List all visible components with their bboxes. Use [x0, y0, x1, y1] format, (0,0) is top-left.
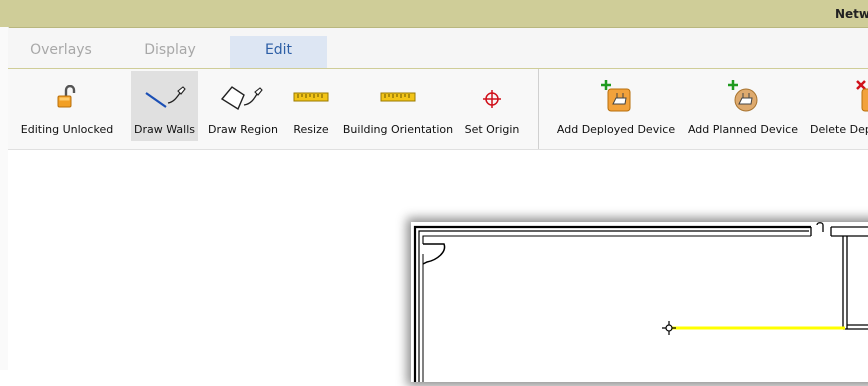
- building-orientation-button[interactable]: Building Orientation: [343, 71, 453, 141]
- editing-unlocked-button[interactable]: Editing Unlocked: [21, 71, 113, 141]
- tab-display[interactable]: Display: [138, 36, 202, 68]
- tab-overlays[interactable]: Overlays: [28, 36, 94, 68]
- unlocked-padlock-icon: [56, 84, 78, 112]
- delete-device-icon: [856, 79, 868, 116]
- tab-edit[interactable]: Edit: [230, 36, 327, 68]
- set-origin-button[interactable]: Set Origin: [464, 71, 520, 141]
- add-deployed-device-button[interactable]: Add Deployed Device: [556, 71, 676, 141]
- draw-walls-icon: [144, 85, 186, 112]
- delete-device-label: Delete Dep: [810, 123, 868, 136]
- floor-plan-drawing: [411, 222, 868, 382]
- toolbar-separator: [538, 69, 539, 149]
- add-planned-device-icon: [723, 79, 763, 116]
- floor-plan-image: [411, 222, 868, 382]
- editing-unlocked-label: Editing Unlocked: [20, 123, 114, 136]
- delete-device-button[interactable]: Delete Dep: [810, 71, 868, 141]
- title-bar: Netw: [0, 0, 868, 28]
- set-origin-label: Set Origin: [464, 123, 520, 136]
- crosshair-icon: [482, 89, 502, 112]
- ruler-icon: [293, 91, 329, 106]
- draw-region-button[interactable]: Draw Region: [208, 71, 278, 141]
- ribbon-toolbar: Editing Unlocked Draw Walls Draw Region: [8, 69, 868, 150]
- ruler-icon: [380, 91, 416, 106]
- floor-plan-canvas[interactable]: [8, 150, 868, 382]
- ribbon-tabs: Overlays Display Edit: [8, 28, 868, 69]
- add-planned-device-label: Add Planned Device: [687, 123, 799, 136]
- draw-region-icon: [220, 85, 266, 114]
- window-title: Netw: [834, 7, 868, 21]
- add-deployed-device-icon: [596, 79, 636, 116]
- add-planned-device-button[interactable]: Add Planned Device: [688, 71, 798, 141]
